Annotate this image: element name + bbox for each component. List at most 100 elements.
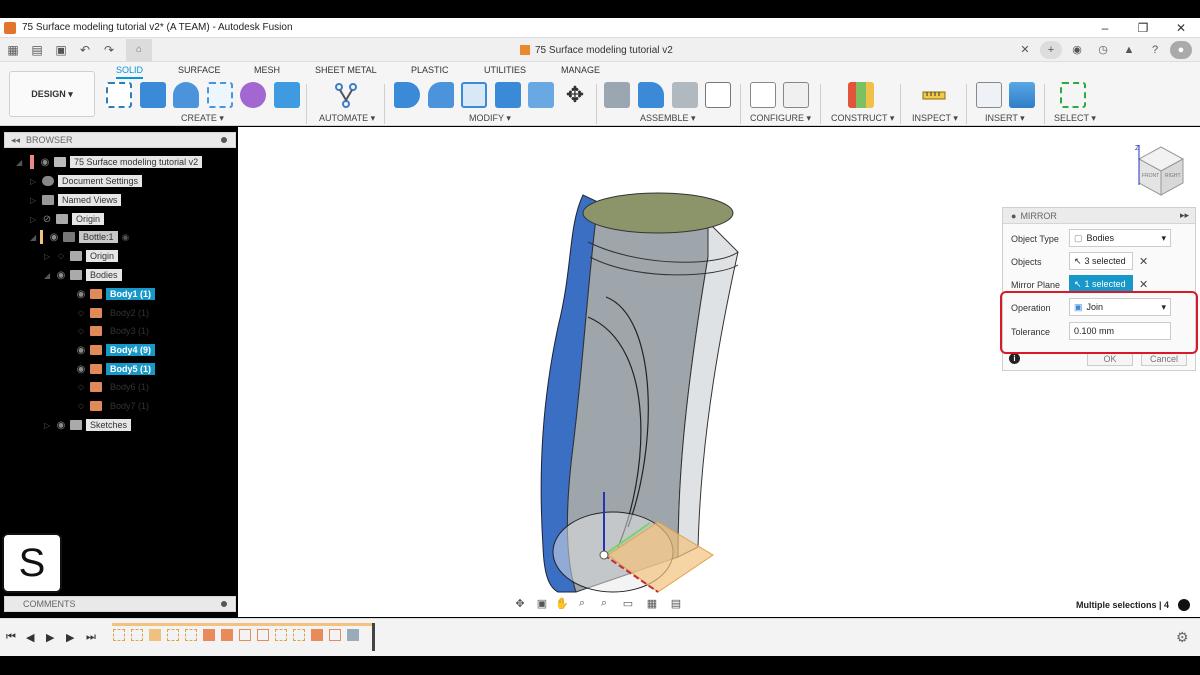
undo-icon[interactable]: ↶ (74, 41, 96, 59)
timeline-sketch-icon[interactable] (275, 629, 287, 641)
step-forward-icon[interactable]: ▶ (66, 631, 86, 644)
form-icon[interactable] (240, 82, 266, 108)
group-construct[interactable]: CONSTRUCT ▾ (831, 113, 894, 124)
timeline-feature-icon[interactable] (257, 629, 269, 641)
go-to-start-icon[interactable]: ⏮ (6, 631, 26, 644)
activate-radio-icon[interactable]: ◉ (122, 232, 130, 243)
sweep-icon[interactable] (207, 82, 233, 108)
tree-node-bottle[interactable]: ◢ ◉ Bottle:1 ◉ (30, 229, 129, 245)
close-tab-icon[interactable]: ✕ (1014, 41, 1036, 59)
create-sketch-icon[interactable] (106, 82, 132, 108)
visibility-eye-icon[interactable]: ◉ (47, 232, 61, 243)
comments-pin-icon[interactable] (221, 601, 227, 607)
group-configure[interactable]: CONFIGURE ▾ (750, 113, 811, 124)
move-icon[interactable]: ✥ (562, 82, 588, 108)
insert-canvas-icon[interactable] (1009, 82, 1035, 108)
select-window-icon[interactable] (1060, 82, 1086, 108)
visibility-eye-icon[interactable]: ◉ (54, 270, 68, 281)
orbit-icon[interactable]: ✥ (508, 597, 532, 610)
group-assemble[interactable]: ASSEMBLE ▾ (640, 113, 696, 124)
comments-panel-header[interactable]: COMMENTS (4, 596, 236, 612)
expand-arrow-icon[interactable]: ◢ (30, 233, 40, 242)
bill-of-materials-icon[interactable] (705, 82, 731, 108)
configuration-table-icon[interactable] (783, 82, 809, 108)
step-back-icon[interactable]: ◀ (26, 631, 46, 644)
tab-manage[interactable]: MANAGE (561, 65, 600, 75)
expand-dialog-icon[interactable]: ▸▸ (1180, 210, 1189, 221)
ok-button[interactable]: OK (1087, 352, 1133, 366)
collapse-browser-icon[interactable]: ◂◂ (11, 135, 20, 146)
home-icon[interactable]: ⌂ (126, 38, 152, 61)
tree-node-bodies[interactable]: ◢ ◉ Bodies (44, 267, 122, 283)
timeline-sketch-icon[interactable] (131, 629, 143, 641)
document-tab[interactable]: 75 Surface modeling tutorial v2 (520, 41, 673, 59)
measure-icon[interactable] (921, 82, 947, 108)
timeline-settings-icon[interactable]: ⚙ (1176, 629, 1189, 646)
group-select[interactable]: SELECT ▾ (1054, 113, 1096, 124)
group-insert[interactable]: INSERT ▾ (985, 113, 1025, 124)
group-automate[interactable]: AUTOMATE ▾ (319, 113, 375, 124)
minimize-button[interactable]: – (1086, 18, 1124, 38)
info-icon[interactable]: i (1009, 353, 1020, 364)
viewcube-front-face[interactable]: FRONT (1142, 173, 1159, 179)
group-inspect[interactable]: INSPECT ▾ (912, 113, 958, 124)
redo-icon[interactable]: ↷ (98, 41, 120, 59)
timeline-feature-icon[interactable] (221, 629, 233, 641)
visibility-eye-icon[interactable]: ◉ (54, 420, 68, 431)
objects-selector[interactable]: ↖ 3 selected (1069, 252, 1133, 270)
play-icon[interactable]: ▶ (46, 631, 66, 644)
tree-node-body6[interactable]: ◌ Body6 (1) (74, 379, 153, 395)
tab-sheet-metal[interactable]: SHEET METAL (315, 65, 377, 75)
maximize-button[interactable]: ❐ (1124, 18, 1162, 38)
browser-pin-icon[interactable] (221, 137, 227, 143)
notifications-icon[interactable]: ▲ (1118, 41, 1140, 59)
expand-arrow-icon[interactable]: ▷ (30, 177, 40, 186)
status-settings-icon[interactable] (1178, 599, 1190, 611)
grid-settings-icon[interactable]: ▦ (640, 597, 664, 610)
extensions-icon[interactable]: ◉ (1066, 41, 1088, 59)
timeline-feature-icon[interactable] (149, 629, 161, 641)
clear-objects-icon[interactable]: ✕ (1139, 255, 1148, 268)
tree-node-body7[interactable]: ◌ Body7 (1) (74, 398, 153, 414)
clear-plane-icon[interactable]: ✕ (1139, 278, 1148, 291)
as-built-joint-icon[interactable] (672, 82, 698, 108)
timeline-sketch-icon[interactable] (167, 629, 179, 641)
tab-plastic[interactable]: PLASTIC (411, 65, 449, 75)
tab-utilities[interactable]: UTILITIES (484, 65, 526, 75)
expand-arrow-icon[interactable]: ▷ (30, 196, 40, 205)
group-create[interactable]: CREATE ▾ (181, 113, 224, 124)
tree-node-body4[interactable]: ◉ Body4 (9) (74, 342, 156, 358)
configure-icon[interactable] (750, 82, 776, 108)
timeline-feature-icon[interactable] (329, 629, 341, 641)
tree-node-body5[interactable]: ◉ Body5 (1) (74, 361, 156, 377)
tab-mesh[interactable]: MESH (254, 65, 280, 75)
user-avatar[interactable]: ● (1170, 41, 1192, 59)
tree-node-origin[interactable]: ▷ ⊘ Origin (30, 211, 105, 227)
revolve-icon[interactable] (173, 82, 199, 108)
visibility-eye-icon[interactable]: ◉ (74, 345, 88, 356)
hidden-eye-icon[interactable]: ◌ (54, 251, 68, 262)
timeline-feature-icon[interactable] (311, 629, 323, 641)
hidden-eye-icon[interactable]: ◌ (74, 326, 88, 337)
tree-node-named-views[interactable]: ▷ Named Views (30, 192, 122, 208)
tree-node-sketches[interactable]: ▷ ◉ Sketches (44, 417, 132, 433)
tree-root[interactable]: ◢ ◉ 75 Surface modeling tutorial v2 (16, 154, 203, 170)
tree-node-document-settings[interactable]: ▷ Document Settings (30, 173, 143, 189)
combine-icon[interactable] (495, 82, 521, 108)
new-tab-icon[interactable]: + (1040, 41, 1062, 59)
pan-icon[interactable]: ✋ (552, 597, 572, 610)
tree-node-body3[interactable]: ◌ Body3 (1) (74, 323, 153, 339)
hidden-eye-icon[interactable]: ⊘ (40, 214, 54, 225)
view-cube[interactable]: Z FRONT RIGHT (1135, 145, 1187, 197)
timeline-feature-icon[interactable] (203, 629, 215, 641)
insert-derive-icon[interactable] (976, 82, 1002, 108)
bottle-model[interactable] (238, 127, 1200, 617)
zoom-icon[interactable]: ⌕ (572, 597, 592, 610)
timeline-sketch-icon[interactable] (293, 629, 305, 641)
visibility-eye-icon[interactable]: ◉ (38, 157, 52, 168)
expand-arrow-icon[interactable]: ▷ (44, 252, 54, 261)
help-icon[interactable]: ? (1144, 41, 1166, 59)
tree-node-body2[interactable]: ◌ Body2 (1) (74, 305, 153, 321)
save-icon[interactable]: ▣ (50, 41, 72, 59)
job-status-icon[interactable]: ◷ (1092, 41, 1114, 59)
